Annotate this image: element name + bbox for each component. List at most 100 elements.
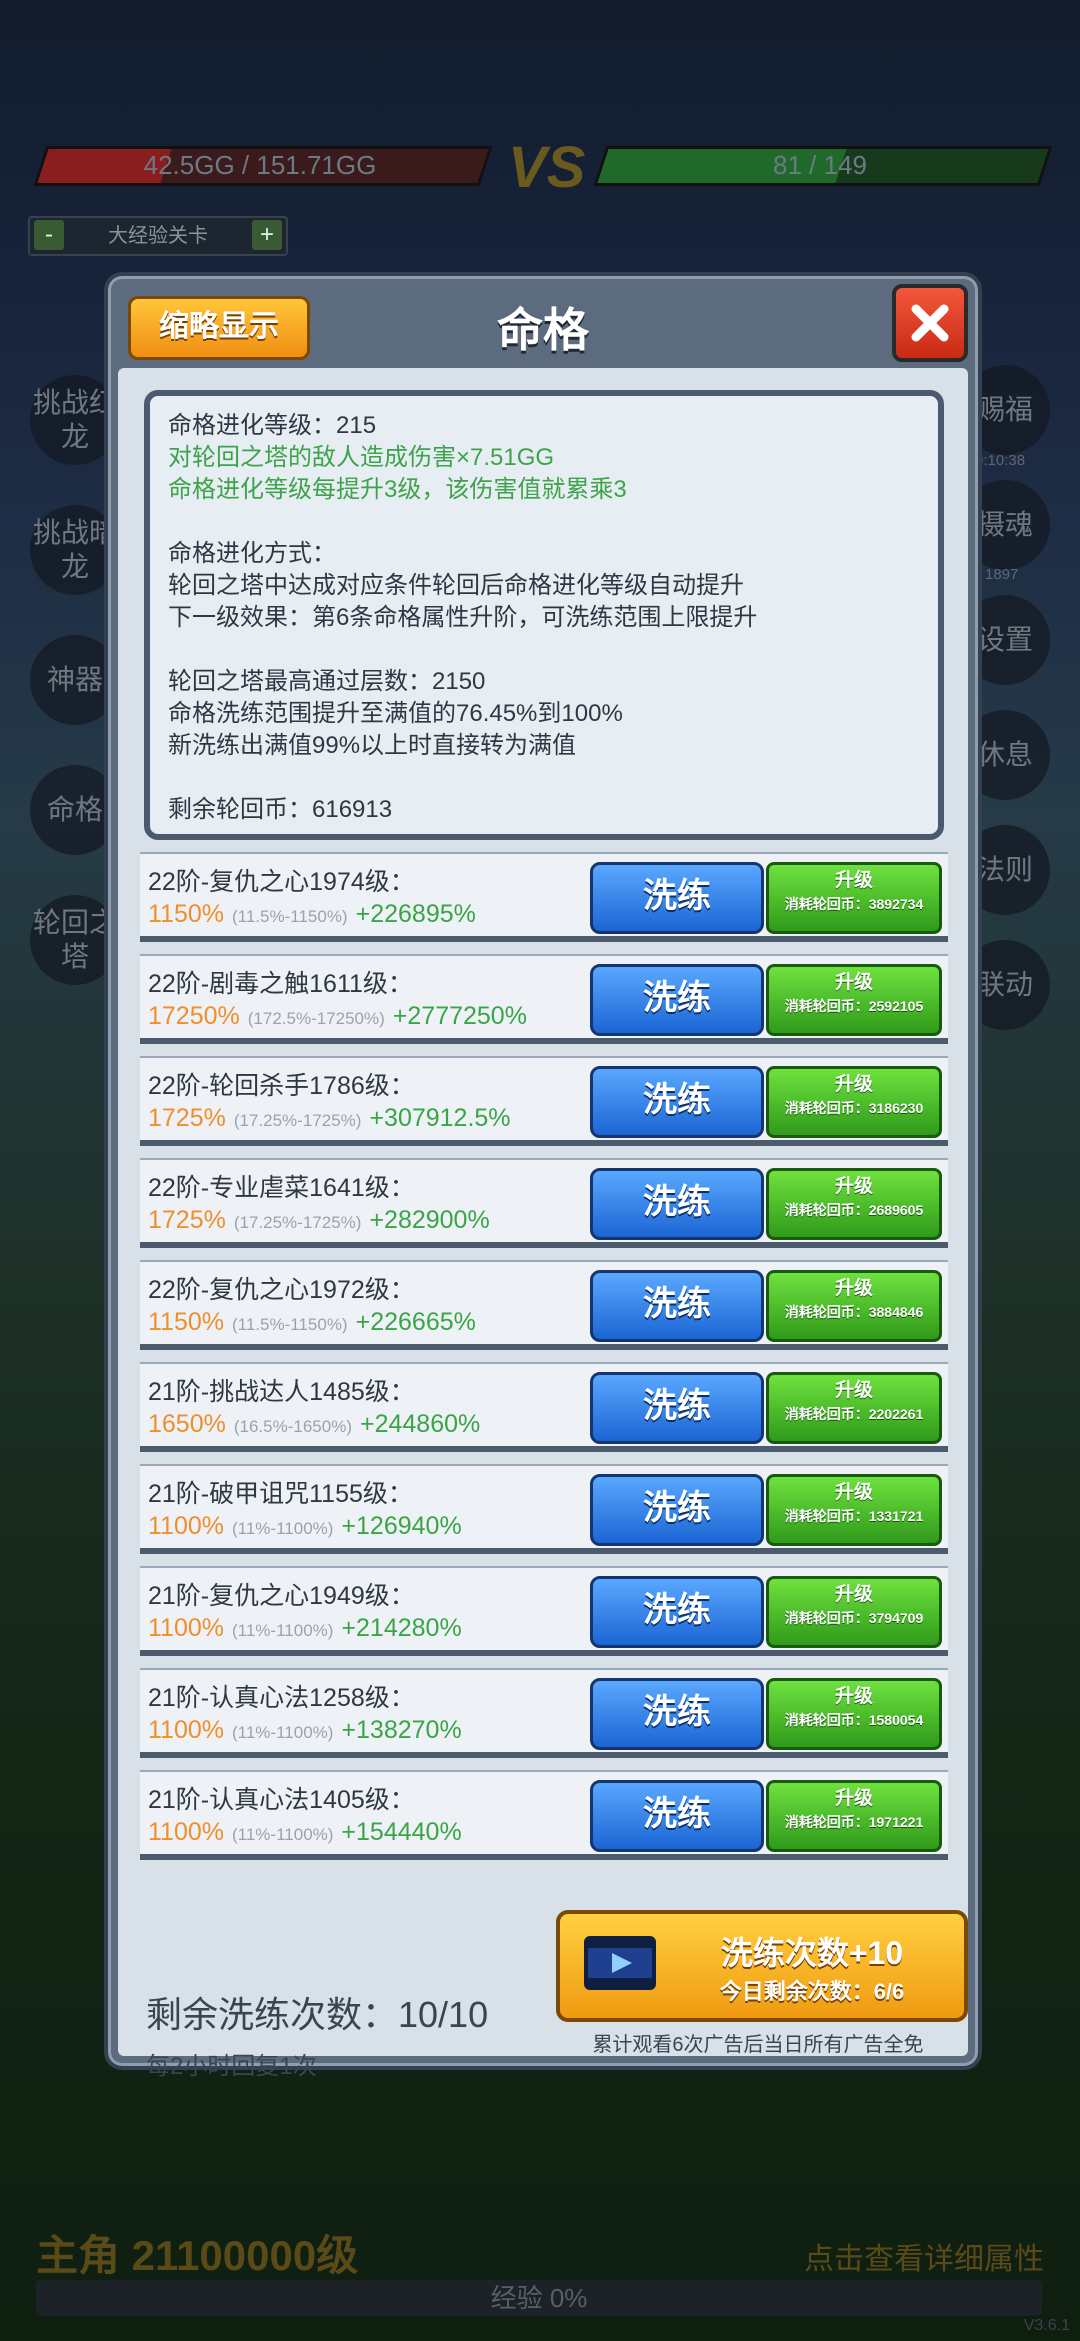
- wash-button[interactable]: 洗练: [590, 1270, 764, 1342]
- attribute-bonus: +138270%: [341, 1716, 462, 1744]
- wash-button[interactable]: 洗练: [590, 964, 764, 1036]
- attribute-value: 1100% (11%-1100%) +214280%: [148, 1614, 462, 1643]
- soul-count: 1897: [985, 566, 1019, 583]
- attribute-name: 21阶-破甲诅咒1155级：: [148, 1480, 413, 1508]
- attribute-percent: 1150%: [148, 1308, 224, 1336]
- attribute-name: 22阶-剧毒之触1611级：: [148, 970, 413, 998]
- attribute-value: 1100% (11%-1100%) +126940%: [148, 1512, 462, 1541]
- enemy-hp-text: 81 / 149: [773, 150, 867, 180]
- attribute-bonus: +214280%: [341, 1614, 462, 1642]
- video-icon: [584, 1936, 656, 1990]
- wash-button[interactable]: 洗练: [590, 1372, 764, 1444]
- attribute-name: 22阶-专业虐菜1641级：: [148, 1174, 415, 1202]
- attribute-value: 1100% (11%-1100%) +154440%: [148, 1818, 462, 1847]
- fate-attribute-row: 21阶-破甲诅咒1155级： 1100% (11%-1100%) +126940% 洗练…: [140, 1464, 948, 1554]
- fate-info-box: 命格进化等级：215 对轮回之塔的敌人造成伤害×7.51GG 命格进化等级每提升…: [144, 390, 944, 840]
- upgrade-button[interactable]: 升级 消耗轮回币：1580054: [766, 1678, 942, 1750]
- remain-wash-count: 剩余洗练次数：10/10: [146, 1994, 489, 2035]
- upgrade-button[interactable]: 升级 消耗轮回币：3794709: [766, 1576, 942, 1648]
- attribute-name: 21阶-认真心法1258级：: [148, 1684, 415, 1712]
- upgrade-button[interactable]: 升级 消耗轮回币：1971221: [766, 1780, 942, 1852]
- fate-attribute-row: 22阶-专业虐菜1641级： 1725% (17.25%-1725%) +282900…: [140, 1158, 948, 1248]
- fate-attribute-row: 21阶-认真心法1258级： 1100% (11%-1100%) +138270% 洗练…: [140, 1668, 948, 1758]
- panel-title: 命格: [497, 304, 589, 356]
- wash-button[interactable]: 洗练: [590, 1780, 764, 1852]
- attribute-name: 22阶-复仇之心1972级：: [148, 1276, 415, 1304]
- attribute-percent: 1100%: [148, 1512, 224, 1540]
- upgrade-label: 升级: [834, 1482, 873, 1503]
- fate-full-rule: 新洗练出满值99%以上时直接转为满值: [168, 732, 577, 759]
- attribute-bonus: +307912.5%: [369, 1104, 511, 1132]
- upgrade-label: 升级: [834, 1380, 873, 1401]
- watch-ad-button[interactable]: 洗练次数+10 今日剩余次数：6/6: [556, 1910, 968, 2022]
- fate-damage: 对轮回之塔的敌人造成伤害×7.51GG: [168, 444, 555, 471]
- fate-attribute-row: 21阶-复仇之心1949级： 1100% (11%-1100%) +214280% 洗练…: [140, 1566, 948, 1656]
- attribute-bonus: +154440%: [341, 1818, 462, 1846]
- upgrade-cost: 消耗轮回币：3884846: [784, 1304, 924, 1320]
- wash-button[interactable]: 洗练: [590, 1066, 764, 1138]
- fate-attribute-row: 22阶-复仇之心1972级： 1150% (11.5%-1150%) +226665%…: [140, 1260, 948, 1350]
- attribute-value: 17250% (172.5%-17250%) +2777250%: [148, 1002, 527, 1031]
- upgrade-button[interactable]: 升级 消耗轮回币：1331721: [766, 1474, 942, 1546]
- fate-range: 命格洗练范围提升至满值的76.45%到100%: [168, 700, 623, 727]
- attribute-range: (11.5%-1150%): [232, 1315, 348, 1334]
- upgrade-button[interactable]: 升级 消耗轮回币：3892734: [766, 862, 942, 934]
- fate-attribute-row: 22阶-轮回杀手1786级： 1725% (17.25%-1725%) +307912…: [140, 1056, 948, 1146]
- attribute-range: (17.25%-1725%): [233, 1213, 362, 1232]
- close-button[interactable]: [892, 284, 968, 362]
- ad-note: 累计观看6次广告后当日所有广告全免: [592, 2034, 924, 2056]
- stage-prev-button[interactable]: -: [34, 220, 64, 250]
- attribute-bonus: +226665%: [355, 1308, 476, 1336]
- wash-button[interactable]: 洗练: [590, 1678, 764, 1750]
- attribute-percent: 1100%: [148, 1818, 224, 1846]
- fate-coins: 剩余轮回币：616913: [168, 796, 393, 823]
- attribute-value: 1725% (17.25%-1725%) +282900%: [148, 1206, 490, 1235]
- attribute-name: 21阶-复仇之心1949级：: [148, 1582, 415, 1610]
- attribute-name: 21阶-挑战达人1485级：: [148, 1378, 415, 1406]
- upgrade-button[interactable]: 升级消耗轮回币：2592105: [766, 964, 942, 1036]
- attribute-range: (16.5%-1650%): [233, 1417, 352, 1436]
- upgrade-cost: 消耗轮回币：2592105: [784, 998, 924, 1014]
- attribute-percent: 1725%: [148, 1206, 226, 1234]
- upgrade-button[interactable]: 升级 消耗轮回币：2202261: [766, 1372, 942, 1444]
- fate-next-effect: 下一级效果：第6条命格属性升阶，可洗练范围上限提升: [168, 604, 758, 631]
- upgrade-label: 升级: [834, 1074, 873, 1095]
- attribute-bonus: +282900%: [369, 1206, 490, 1234]
- upgrade-button[interactable]: 升级 消耗轮回币：3186230: [766, 1066, 942, 1138]
- vs-label: VS: [508, 135, 586, 200]
- attribute-range: (11%-1100%): [232, 1519, 334, 1538]
- attribute-name: 22阶-复仇之心1974级：: [148, 868, 415, 896]
- version-label: V3.6.1: [1023, 2317, 1070, 2334]
- fate-attribute-row: 22阶-剧毒之触1611级： 17250% (172.5%-17250%) +2777…: [140, 954, 948, 1044]
- stage-selector: - 大经验关卡 +: [28, 216, 288, 256]
- upgrade-button[interactable]: 升级消耗轮回币：3884846: [766, 1270, 942, 1342]
- wash-button[interactable]: 洗练: [590, 1474, 764, 1546]
- attribute-range: (11%-1100%): [232, 1621, 334, 1640]
- fate-method-title: 命格进化方式：: [168, 540, 336, 567]
- attribute-range: (11%-1100%): [232, 1723, 334, 1742]
- fate-panel: 缩略显示 命格 命格进化等级：215 对轮回之塔的敌人造成伤害×7.51GG 命…: [104, 272, 982, 2080]
- fate-damage-rule: 命格进化等级每提升3级，该伤害值就累乘3: [168, 476, 627, 503]
- hero-detail-link[interactable]: 点击查看详细属性: [804, 2234, 1044, 2278]
- fate-level: 命格进化等级：215: [168, 412, 377, 439]
- attribute-value: 1725% (17.25%-1725%) +307912.5%: [148, 1104, 511, 1133]
- attribute-name: 22阶-轮回杀手1786级：: [148, 1072, 415, 1100]
- wash-button[interactable]: 洗练: [590, 1576, 764, 1648]
- wash-button[interactable]: 洗练: [590, 1168, 764, 1240]
- wash-button[interactable]: 洗练: [590, 862, 764, 934]
- upgrade-label: 升级: [834, 1278, 873, 1299]
- fate-attribute-row: 21阶-挑战达人1485级： 1650% (16.5%-1650%) +244860%…: [140, 1362, 948, 1452]
- upgrade-label: 升级: [834, 870, 873, 891]
- upgrade-cost: 消耗轮回币：1971221: [784, 1814, 924, 1830]
- upgrade-cost: 消耗轮回币：1580054: [784, 1712, 924, 1728]
- attribute-bonus: +244860%: [359, 1410, 481, 1438]
- upgrade-cost: 消耗轮回币：2689605: [784, 1202, 924, 1218]
- upgrade-label: 升级: [834, 972, 873, 993]
- upgrade-button[interactable]: 升级 消耗轮回币：2689605: [766, 1168, 942, 1240]
- upgrade-label: 升级: [834, 1584, 873, 1605]
- fate-method-desc: 轮回之塔中达成对应条件轮回后命格进化等级自动提升: [168, 572, 744, 599]
- stage-next-button[interactable]: +: [252, 220, 282, 250]
- attribute-range: (11.5%-1150%): [232, 907, 348, 926]
- ad-title: 洗练次数+10: [720, 1935, 904, 1971]
- attribute-range: (17.25%-1725%): [233, 1111, 362, 1130]
